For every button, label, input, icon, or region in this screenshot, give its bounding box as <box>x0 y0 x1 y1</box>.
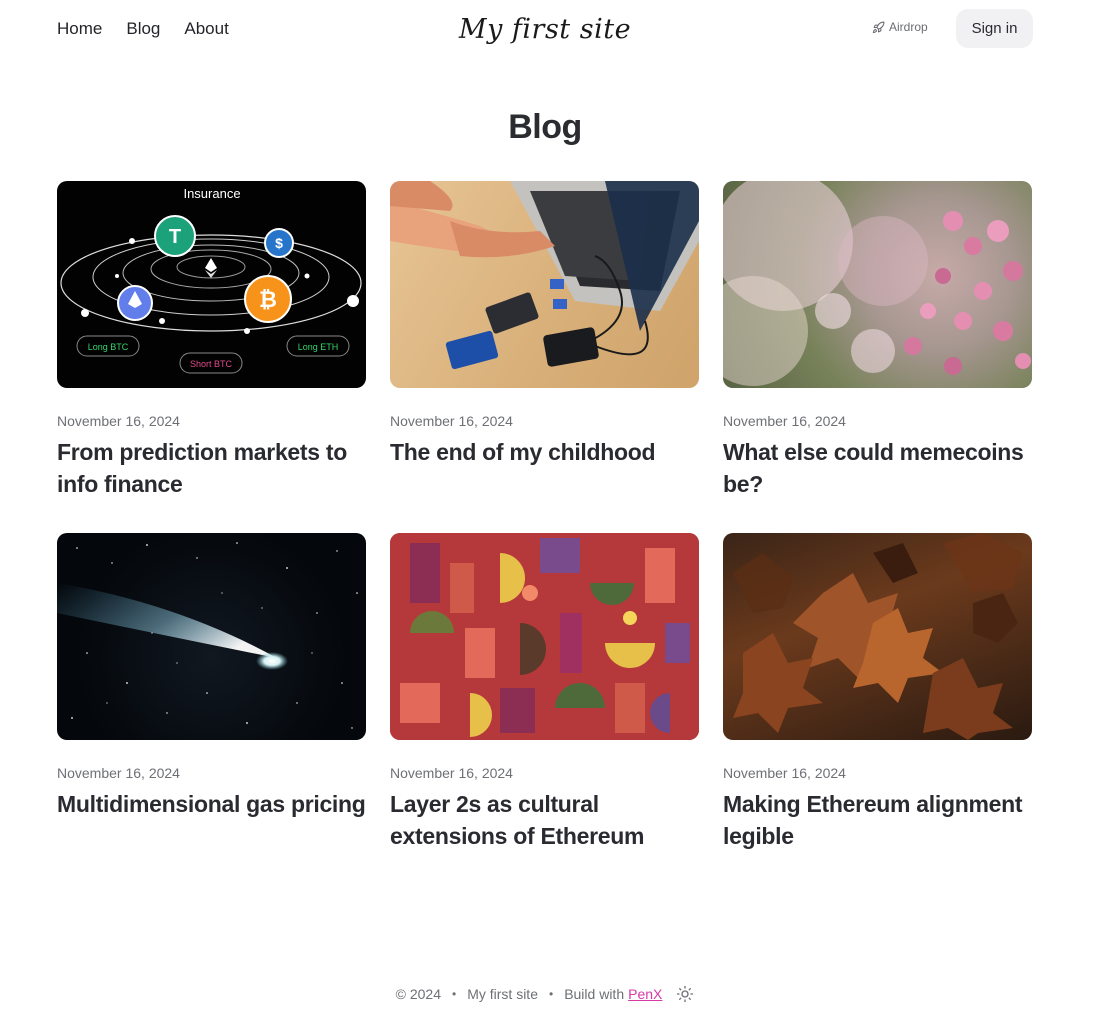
copyright: © 2024 <box>395 986 441 1002</box>
post-thumbnail[interactable]: Insurance T $ ₿ Long BTC Long ETH Short … <box>57 181 366 388</box>
sign-in-button[interactable]: Sign in <box>956 9 1033 48</box>
post-card[interactable]: Insurance T $ ₿ Long BTC Long ETH Short … <box>57 181 366 533</box>
airdrop-label: Airdrop <box>889 20 928 34</box>
autumn-leaves-image <box>733 533 1023 740</box>
penx-link[interactable]: PenX <box>628 986 662 1002</box>
post-thumbnail[interactable] <box>390 181 699 388</box>
post-thumbnail[interactable] <box>390 533 699 740</box>
comet-image <box>57 542 358 729</box>
post-card[interactable]: November 16, 2024 What else could memeco… <box>723 181 1032 533</box>
post-date: November 16, 2024 <box>390 765 513 781</box>
site-footer: © 2024 • My first site • Build with PenX <box>0 985 1090 1003</box>
svg-text:T: T <box>169 226 181 248</box>
post-thumbnail[interactable] <box>57 533 366 740</box>
post-thumbnail[interactable] <box>723 533 1032 740</box>
laptop-drives-image <box>390 181 699 370</box>
post-date: November 16, 2024 <box>723 413 846 429</box>
post-card[interactable]: November 16, 2024 Multidimensional gas p… <box>57 533 366 885</box>
crypto-insurance-image: Insurance T $ ₿ Long BTC Long ETH Short … <box>60 186 362 374</box>
post-date: November 16, 2024 <box>57 413 180 429</box>
post-title[interactable]: From prediction markets to info finance <box>57 436 366 500</box>
post-grid: Insurance T $ ₿ Long BTC Long ETH Short … <box>57 181 1033 885</box>
image-caption-long-eth: Long ETH <box>298 342 339 352</box>
post-thumbnail[interactable] <box>723 181 1032 388</box>
rocket-icon <box>872 21 885 34</box>
post-date: November 16, 2024 <box>390 413 513 429</box>
page-title: Blog <box>508 108 582 146</box>
svg-text:$: $ <box>275 235 283 251</box>
pink-flowers-image <box>723 181 1032 388</box>
post-date: November 16, 2024 <box>723 765 846 781</box>
post-card[interactable]: November 16, 2024 Layer 2s as cultural e… <box>390 533 699 885</box>
build-with-label: Build with <box>564 986 625 1002</box>
post-card[interactable]: November 16, 2024 Making Ethereum alignm… <box>723 533 1032 885</box>
post-card[interactable]: November 16, 2024 The end of my childhoo… <box>390 181 699 533</box>
footer-site-name: My first site <box>467 986 538 1002</box>
image-caption-insurance: Insurance <box>183 186 240 201</box>
footer-separator: • <box>452 987 457 1001</box>
post-title[interactable]: Making Ethereum alignment legible <box>723 788 1032 852</box>
post-title[interactable]: Multidimensional gas pricing <box>57 788 366 820</box>
image-caption-long-btc: Long BTC <box>88 342 129 352</box>
post-title[interactable]: What else could memecoins be? <box>723 436 1032 500</box>
post-date: November 16, 2024 <box>57 765 180 781</box>
svg-text:₿: ₿ <box>259 287 277 312</box>
abstract-pattern-image <box>390 533 699 740</box>
post-title[interactable]: The end of my childhood <box>390 436 699 468</box>
post-title[interactable]: Layer 2s as cultural extensions of Ether… <box>390 788 699 852</box>
airdrop-link[interactable]: Airdrop <box>872 20 928 34</box>
site-header: Home Blog About My first site Airdrop Si… <box>0 0 1105 60</box>
sun-icon[interactable] <box>676 985 694 1003</box>
image-caption-short-btc: Short BTC <box>190 359 233 369</box>
footer-separator: • <box>548 987 554 1001</box>
